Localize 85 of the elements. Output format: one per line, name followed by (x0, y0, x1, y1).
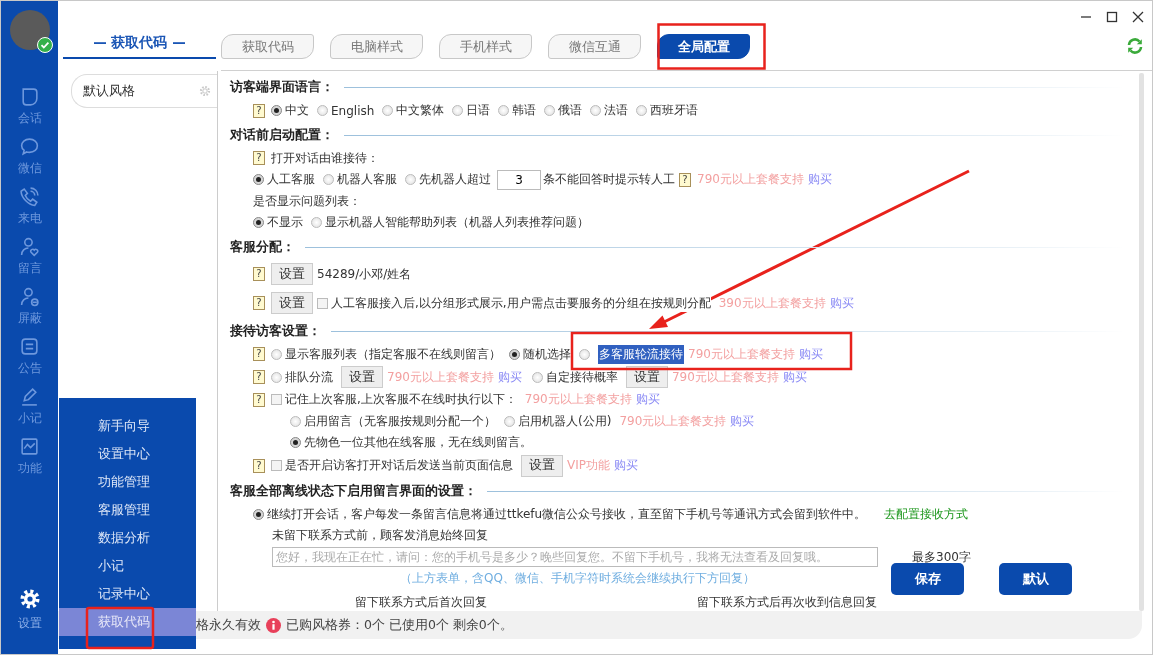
tab[interactable]: 获取代码 (221, 34, 314, 59)
radio-button[interactable]: 启用机器人(公用) (504, 412, 612, 430)
tab[interactable]: 微信互通 (548, 34, 641, 59)
label-text: 未留下联系方式前，顾客发消息始终回复 (272, 527, 488, 545)
help-marker[interactable]: ? (253, 103, 265, 118)
info-icon (266, 617, 281, 633)
status-text: 格永久有效 (196, 616, 261, 634)
tab[interactable]: 手机样式 (439, 34, 532, 59)
tab[interactable]: 全局配置 (657, 34, 750, 59)
help-marker[interactable]: ? (253, 296, 265, 310)
avatar[interactable] (9, 10, 50, 50)
help-marker[interactable]: ? (253, 392, 265, 407)
help-marker[interactable]: ? (679, 172, 691, 187)
label-text: 打开对话由谁接待： (271, 149, 379, 167)
annotation-frame (85, 606, 155, 650)
style-item[interactable]: 默认风格 (71, 74, 217, 108)
reply-field[interactable]: 您好，我现在正在忙，请问：您的手机号是多少？晚些回复您。不留下手机号，我将无法查看及回复哦。 (272, 547, 878, 568)
plan-note: 790元以上套餐支持 (688, 345, 795, 363)
plan-note: 790元以上套餐支持 (697, 171, 804, 189)
radio-button[interactable]: 自定接待概率 (531, 368, 618, 386)
label-text: 最多300字 (912, 548, 971, 566)
nav-label[interactable]: 设置 (17, 615, 42, 632)
radio-button[interactable] (579, 348, 590, 360)
help-marker[interactable]: ? (253, 347, 265, 362)
section-title: 客服全部离线状态下启用留言界面的设置： (230, 482, 477, 500)
menu-item[interactable]: 功能管理 (59, 468, 196, 496)
label-text: 是否显示问题列表： (253, 192, 361, 210)
scrollbar[interactable] (1139, 73, 1144, 611)
refresh-icon[interactable] (1126, 37, 1144, 55)
setup-button[interactable]: 设置 (271, 263, 313, 285)
help-marker[interactable]: ? (253, 267, 265, 281)
nav-icon[interactable] (19, 136, 40, 157)
status-text: 已购风格券：0个 已使用0个 剩余0个。 (286, 616, 513, 634)
nav-icon[interactable] (19, 336, 40, 357)
hint-text: （上方表单，含QQ、微信、手机字符时系统会继续执行下方回复） (400, 570, 755, 588)
menu-item[interactable]: 数据分析 (59, 524, 196, 552)
label-text: 54289/小邓/姓名 (317, 265, 412, 283)
menu-item[interactable]: 客服管理 (59, 496, 196, 524)
panel-title: — 获取代码 — (63, 30, 216, 59)
section-title: 接待访客设置： (230, 322, 321, 340)
plan-note: 390元以上套餐支持 (718, 294, 826, 312)
default-button[interactable]: 默认 (999, 563, 1072, 595)
menu-item[interactable]: 小记 (59, 552, 196, 580)
checkbox[interactable]: 是否开启访客打开对话后发送当前页面信息 (271, 457, 513, 474)
setup-button[interactable]: 设置 (271, 292, 313, 314)
nav-icon[interactable] (19, 436, 40, 457)
nav-icon[interactable] (19, 186, 40, 207)
selected-text: 多客服轮流接待 (598, 344, 684, 364)
help-marker[interactable]: ? (253, 151, 265, 166)
plan-note: 790元以上套餐支持 (671, 368, 779, 386)
config-link[interactable]: 去配置接收方式 (884, 505, 969, 523)
setup-button[interactable]: 设置 (521, 454, 563, 477)
plan-note: VIP功能 (567, 457, 610, 474)
checkbox[interactable]: 人工客服接入后,以分组形式展示,用户需点击要服务的分组在按规则分配 (317, 294, 711, 312)
nav-icon[interactable] (19, 386, 40, 407)
radio-button[interactable]: 排队分流 (271, 368, 333, 386)
setup-button[interactable]: 设置 (341, 366, 383, 388)
label-text: 条不能回答时提示转人工 (543, 171, 675, 189)
nav-icon[interactable] (19, 86, 40, 107)
menu-item[interactable]: 新手向导 (59, 412, 196, 440)
label-text: 留下联系方式后首次回复 (355, 594, 487, 611)
nav-icon[interactable] (19, 236, 40, 257)
section-title: 访客端界面语言： (230, 79, 334, 96)
plan-note: 790元以上套餐支持 (524, 391, 632, 409)
section-title: 对话前启动配置： (230, 126, 334, 144)
online-check-icon (36, 37, 53, 53)
plan-note: 790元以上套餐支持 (387, 368, 494, 386)
radio-button[interactable]: 随机选择 (509, 345, 571, 363)
plan-note: 790元以上套餐支持 (619, 412, 727, 430)
close-icon[interactable] (1132, 11, 1144, 23)
help-marker[interactable]: ? (253, 458, 265, 473)
number-field[interactable]: 3 (497, 169, 541, 190)
menu-item[interactable]: 设置中心 (59, 440, 196, 468)
maximize-icon[interactable] (1106, 11, 1118, 23)
menu-item[interactable]: 记录中心 (59, 580, 196, 608)
settings-icon[interactable] (18, 588, 41, 610)
save-button[interactable]: 保存 (891, 563, 964, 595)
gear-icon[interactable] (199, 85, 211, 97)
setup-button[interactable]: 设置 (625, 366, 668, 388)
tab[interactable]: 电脑样式 (330, 34, 423, 59)
radio-button[interactable]: English (317, 103, 375, 118)
label-text: 留下联系方式后再次收到信息回复 (697, 594, 877, 611)
help-marker[interactable]: ? (253, 370, 265, 384)
nav-icon[interactable] (19, 286, 40, 307)
section-title: 客服分配： (230, 238, 295, 256)
